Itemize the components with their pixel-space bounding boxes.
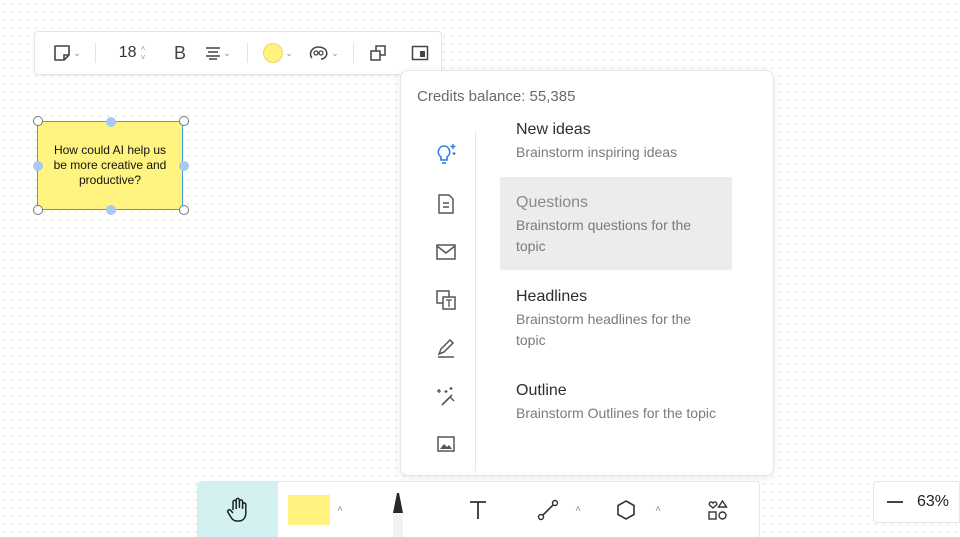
option-description: Brainstorm Outlines for the topic	[516, 405, 716, 421]
text-icon	[470, 500, 486, 519]
connector-handle[interactable]	[106, 205, 116, 215]
hexagon-icon	[617, 499, 635, 520]
option-title: Questions	[516, 194, 589, 211]
panel-icon	[411, 45, 429, 61]
connector-line-icon	[537, 499, 559, 520]
chevron-up-icon: ˄	[655, 504, 661, 515]
divider	[475, 131, 476, 471]
sticky-note-options[interactable]: ˄	[332, 482, 348, 537]
divider	[353, 43, 354, 63]
chevron-up-icon: ˄	[337, 504, 343, 515]
text-tool[interactable]	[460, 482, 496, 537]
magic-wand-icon[interactable]	[434, 384, 458, 408]
option-headlines[interactable]: Headlines Brainstorm headlines for the t…	[500, 288, 732, 354]
option-title: Headlines	[516, 288, 588, 305]
fill-color-swatch	[263, 43, 284, 63]
note-shape-dropdown[interactable]: ⌄	[45, 32, 89, 74]
credits-balance: Credits balance: 55,385	[417, 88, 576, 105]
more-options-button[interactable]	[407, 32, 433, 74]
image-icon[interactable]	[434, 432, 458, 456]
sticky-note[interactable]: How could AI help us be more creative an…	[37, 121, 183, 210]
chevron-down-icon: ⌄	[73, 47, 81, 58]
resize-handle[interactable]	[33, 116, 43, 126]
connector-options[interactable]: ˄	[570, 482, 586, 537]
creation-toolbar: ˄ ˄ ˄	[197, 481, 760, 537]
lightbulb-sparkle-icon[interactable]	[434, 142, 458, 166]
option-new-ideas[interactable]: New ideas Brainstorm inspiring ideas	[500, 121, 732, 167]
connector-tool[interactable]	[530, 482, 566, 537]
hand-icon	[226, 497, 247, 522]
chevron-down-icon: ⌄	[285, 47, 293, 58]
option-questions[interactable]: Questions Brainstorm questions for the t…	[500, 177, 732, 270]
sticky-note-icon	[54, 45, 71, 61]
bold-icon: B	[173, 42, 186, 63]
ai-assist-dropdown[interactable]: ⌄	[305, 32, 343, 74]
chevron-down-icon: ⌄	[331, 47, 339, 58]
bold-button[interactable]: B	[167, 32, 193, 74]
resize-handle[interactable]	[179, 116, 189, 126]
sticky-note-tool[interactable]	[286, 482, 332, 537]
divider	[247, 43, 248, 63]
align-center-icon	[206, 47, 221, 60]
pen-edit-icon[interactable]	[434, 336, 458, 360]
zoom-level[interactable]: 63%	[917, 493, 949, 511]
chevron-down-icon[interactable]: ˅	[141, 53, 146, 62]
zoom-out-button[interactable]	[887, 501, 903, 503]
chevron-down-icon: ⌄	[223, 47, 231, 58]
font-size-stepper[interactable]: 18 ˄ ˅	[107, 32, 157, 74]
resize-handle[interactable]	[33, 205, 43, 215]
chevron-up-icon[interactable]: ˄	[141, 44, 146, 53]
shapes-arrange-icon	[370, 45, 386, 61]
shape-tool[interactable]	[608, 482, 644, 537]
connector-handle[interactable]	[106, 117, 116, 127]
more-shapes-tool[interactable]	[698, 482, 738, 537]
hand-tool-button[interactable]	[198, 482, 278, 537]
marker-tool[interactable]	[378, 482, 418, 537]
ai-brain-icon	[309, 46, 328, 60]
mail-icon[interactable]	[434, 240, 458, 264]
option-title: New ideas	[516, 121, 591, 138]
divider	[95, 43, 96, 63]
option-description: Brainstorm questions for the topic	[516, 217, 692, 254]
shape-options[interactable]: ˄	[650, 482, 666, 537]
text-align-dropdown[interactable]: ⌄	[199, 32, 237, 74]
option-title: Outline	[516, 382, 567, 399]
marker-icon	[393, 493, 403, 537]
connector-handle[interactable]	[179, 161, 189, 171]
resize-handle[interactable]	[179, 205, 189, 215]
option-outline[interactable]: Outline Brainstorm Outlines for the topi…	[500, 382, 732, 448]
zoom-control: 63%	[873, 481, 960, 523]
option-description: Brainstorm headlines for the topic	[516, 311, 692, 348]
sticky-note-swatch	[288, 494, 330, 525]
connector-handle[interactable]	[33, 161, 43, 171]
document-icon[interactable]	[434, 192, 458, 216]
ai-brainstorm-panel: Credits balance: 55,385 New ideas Brains…	[400, 70, 774, 476]
fill-color-dropdown[interactable]: ⌄	[257, 32, 299, 74]
translate-icon[interactable]	[434, 288, 458, 312]
chevron-up-icon: ˄	[575, 504, 581, 515]
font-size-value: 18	[118, 44, 137, 61]
sticky-note-text: How could AI help us be more creative an…	[53, 143, 167, 187]
copy-style-button[interactable]	[365, 32, 391, 74]
format-toolbar: ⌄ 18 ˄ ˅ B ⌄ ⌄ ⌄	[34, 31, 442, 75]
option-description: Brainstorm inspiring ideas	[516, 144, 678, 160]
shapes-library-icon	[708, 499, 728, 520]
